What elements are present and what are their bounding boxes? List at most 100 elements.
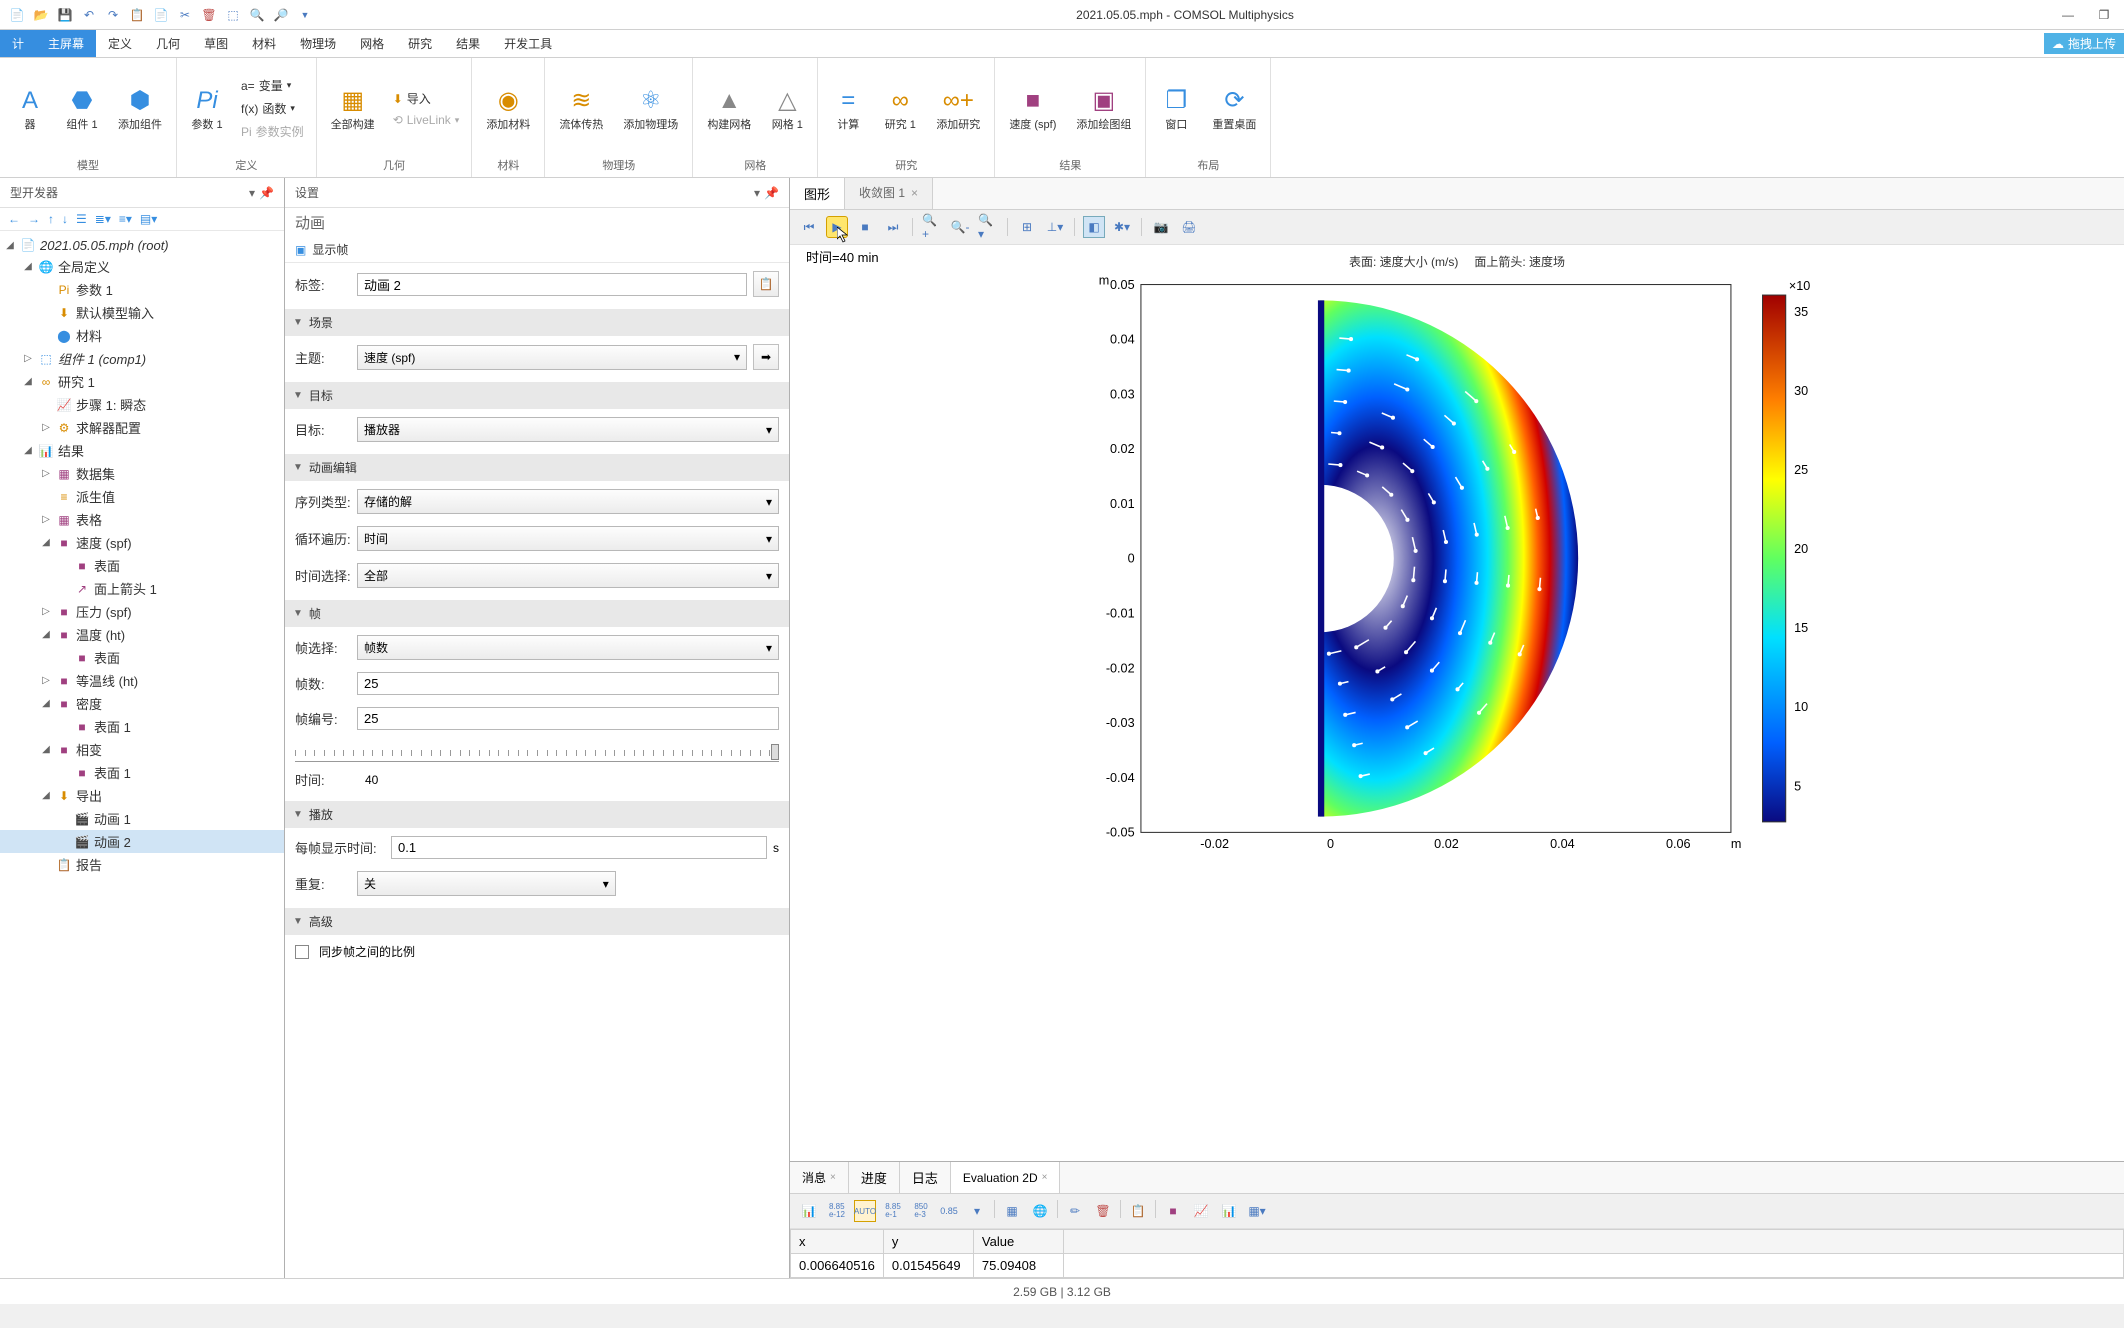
eval-btn-7[interactable]: 🌐 <box>1029 1200 1051 1222</box>
ribbon-mesh1[interactable]: △网格 1 <box>765 83 809 134</box>
eval-btn-2[interactable]: 8.85e-12 <box>826 1200 848 1222</box>
seqtype-select[interactable]: 存储的解▾ <box>357 489 779 514</box>
ribbon-app-builder[interactable]: A器 <box>8 83 52 134</box>
eval-btn-14[interactable]: ▦▾ <box>1246 1200 1268 1222</box>
print-button[interactable]: 🖨 <box>1178 216 1200 238</box>
label-input[interactable] <box>357 273 747 296</box>
pin-icon[interactable]: 📌 <box>764 186 779 200</box>
eval-btn-9[interactable]: 🗑 <box>1092 1200 1114 1222</box>
expand-icon[interactable]: ▷ <box>40 422 52 433</box>
tab-progress[interactable]: 进度 <box>849 1162 900 1193</box>
close-icon[interactable]: × <box>911 186 918 200</box>
down-icon[interactable]: ↓ <box>62 212 68 226</box>
tree-node[interactable]: ◢■温度 (ht) <box>0 623 284 646</box>
ribbon-function[interactable]: f(x)函数▾ <box>237 98 308 119</box>
tree-node[interactable]: ◢⬇导出 <box>0 784 284 807</box>
tab-graphics[interactable]: 图形 <box>790 178 845 209</box>
tree-node[interactable]: ▷▦表格 <box>0 508 284 531</box>
col-value[interactable]: Value <box>973 1230 1063 1254</box>
menu-tab-mesh[interactable]: 网格 <box>348 30 396 57</box>
tree-node[interactable]: ▷■压力 (spf) <box>0 600 284 623</box>
ribbon-add-component[interactable]: ⬢添加组件 <box>112 83 168 134</box>
tab-log[interactable]: 日志 <box>900 1162 951 1193</box>
slider-thumb[interactable] <box>771 744 779 760</box>
tree-node[interactable]: ↗面上箭头 1 <box>0 577 284 600</box>
view2-icon[interactable]: ≣▾ <box>95 212 111 226</box>
zoom-in-button[interactable]: 🔍+ <box>921 216 943 238</box>
loop-select[interactable]: 时间▾ <box>357 526 779 551</box>
frame-slider[interactable] <box>295 742 779 762</box>
target-select[interactable]: 播放器▾ <box>357 417 779 442</box>
cut-icon[interactable]: ✂ <box>176 6 194 24</box>
ribbon-build-mesh[interactable]: ▲构建网格 <box>701 83 757 134</box>
collapse-icon[interactable]: ← <box>8 212 20 226</box>
show-frame-label[interactable]: 显示帧 <box>312 241 348 258</box>
eval-btn-auto[interactable]: AUTO <box>854 1200 876 1222</box>
table-row[interactable]: 0.006640516 0.01545649 75.09408 <box>791 1254 2124 1278</box>
expand-icon[interactable]: → <box>28 212 40 226</box>
ribbon-build-all[interactable]: ▦全部构建 <box>325 83 381 134</box>
tree-node[interactable]: ▷▦数据集 <box>0 462 284 485</box>
frameno-input[interactable] <box>357 707 779 730</box>
open-icon[interactable]: 📂 <box>32 6 50 24</box>
axis-button[interactable]: ⊥▾ <box>1044 216 1066 238</box>
scene-button[interactable]: ◧ <box>1083 216 1105 238</box>
expand-icon[interactable]: ◢ <box>40 744 52 755</box>
tree-node[interactable]: ▷⬚组件 1 (comp1) <box>0 347 284 370</box>
tree-node[interactable]: ■表面 1 <box>0 715 284 738</box>
dropdown-icon[interactable]: ▾ <box>249 186 255 200</box>
framesel-select[interactable]: 帧数▾ <box>357 635 779 660</box>
menu-tab-study[interactable]: 研究 <box>396 30 444 57</box>
expand-icon[interactable]: ◢ <box>40 537 52 548</box>
menu-tab-definitions[interactable]: 定义 <box>96 30 144 57</box>
eval-btn-8[interactable]: ✏ <box>1064 1200 1086 1222</box>
play-section-header[interactable]: ▼播放 <box>285 801 789 828</box>
up-icon[interactable]: ↑ <box>48 212 54 226</box>
repeat-select[interactable]: 关▾ <box>357 871 616 896</box>
qat-dropdown-icon[interactable]: ▼ <box>296 6 314 24</box>
show-frame-icon[interactable]: ▣ <box>295 243 306 257</box>
tree-node[interactable]: ◢📄2021.05.05.mph (root) <box>0 235 284 255</box>
search-icon[interactable]: 🔎 <box>272 6 290 24</box>
minimize-button[interactable]: — <box>2056 8 2080 22</box>
tree-node[interactable]: ◢🌐全局定义 <box>0 255 284 278</box>
tree-node[interactable]: ⬤材料 <box>0 324 284 347</box>
eval-btn-4[interactable]: 850e-3 <box>910 1200 932 1222</box>
eval-btn-10[interactable]: 📋 <box>1127 1200 1149 1222</box>
tree-node[interactable]: ◢■密度 <box>0 692 284 715</box>
eval-btn-dropdown[interactable]: ▾ <box>966 1200 988 1222</box>
copy-icon[interactable]: 📋 <box>128 6 146 24</box>
eval-btn-12[interactable]: 📈 <box>1190 1200 1212 1222</box>
perframe-input[interactable] <box>391 836 767 859</box>
tree-node[interactable]: Pi参数 1 <box>0 278 284 301</box>
close-icon[interactable]: × <box>1042 1172 1048 1183</box>
expand-icon[interactable]: ▷ <box>40 606 52 617</box>
tree-node[interactable]: ■表面 1 <box>0 761 284 784</box>
expand-icon[interactable]: ◢ <box>22 261 34 272</box>
expand-icon[interactable]: ◢ <box>40 790 52 801</box>
zoom-extents-button[interactable]: 🔍▾ <box>977 216 999 238</box>
label-button[interactable]: 📋 <box>753 271 779 297</box>
ribbon-parameters[interactable]: Pi参数 1 <box>185 83 229 134</box>
view1-icon[interactable]: ☰ <box>76 212 87 226</box>
view4-icon[interactable]: ▤▾ <box>140 212 157 226</box>
frame-section-header[interactable]: ▼帧 <box>285 600 789 627</box>
close-icon[interactable]: × <box>830 1172 836 1183</box>
tab-convergence[interactable]: 收敛图 1× <box>845 178 933 209</box>
paste-icon[interactable]: 📄 <box>152 6 170 24</box>
ribbon-heat-transfer[interactable]: ≋流体传热 <box>553 83 609 134</box>
frames-input[interactable] <box>357 672 779 695</box>
menu-tab-results[interactable]: 结果 <box>444 30 492 57</box>
tree-node[interactable]: ≡派生值 <box>0 485 284 508</box>
zoom-icon[interactable]: 🔍 <box>248 6 266 24</box>
ribbon-add-plotgroup[interactable]: ▣添加绘图组 <box>1070 83 1137 134</box>
ribbon-import[interactable]: ⬇导入 <box>389 88 464 109</box>
view3-icon[interactable]: ≡▾ <box>119 212 132 226</box>
tab-messages[interactable]: 消息× <box>790 1162 849 1193</box>
pin-icon[interactable]: 📌 <box>259 186 274 200</box>
select-icon[interactable]: ⬚ <box>224 6 242 24</box>
ribbon-compute[interactable]: =计算 <box>826 83 870 134</box>
delete-icon[interactable]: 🗑 <box>200 6 218 24</box>
ribbon-windows[interactable]: ❐窗口 <box>1154 83 1198 134</box>
stop-button[interactable]: ■ <box>854 216 876 238</box>
